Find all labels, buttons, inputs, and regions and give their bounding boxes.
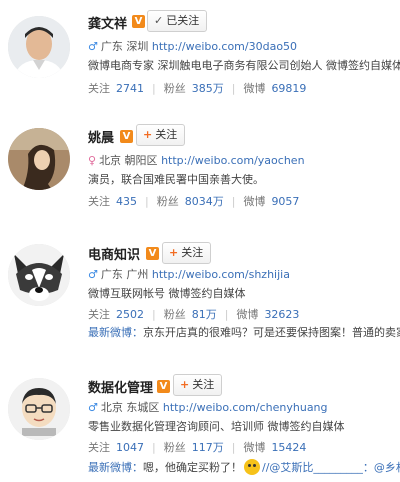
follow-count[interactable]: 2502	[116, 308, 144, 321]
avatar[interactable]	[8, 378, 70, 440]
male-icon: ♂	[88, 40, 98, 53]
location-line: ♂ 广东 深圳 http://weibo.com/30dao50	[88, 38, 297, 54]
user-name[interactable]: 姚晨	[88, 127, 114, 146]
avatar[interactable]	[8, 244, 70, 306]
male-icon: ♂	[88, 268, 98, 281]
plus-icon: +	[180, 378, 190, 391]
location-line: ♂ 广东 广州 http://weibo.com/shzhijia	[88, 266, 290, 282]
male-icon: ♂	[88, 401, 98, 414]
follow-count[interactable]: 2741	[116, 82, 144, 95]
fans-count-label: 粉丝	[163, 82, 186, 95]
fans-count-label: 粉丝	[163, 441, 186, 454]
location: 北京 东城区	[100, 401, 160, 414]
location: 北京 朝阳区	[99, 154, 158, 167]
stats-line: 关注 2502 | 粉丝 81万 | 微博 32623	[88, 306, 299, 322]
latest-weibo: 最新微博：京东开店真的很难吗？可是还要保持图案！普通的卖家可以这	[88, 324, 400, 340]
divider: |	[231, 441, 236, 454]
latest-weibo-label[interactable]: 最新微博：	[88, 461, 143, 474]
latest-weibo: 最新微博：嗯，他确定买粉了！ //@艾斯比_________：@乡村教师	[88, 459, 400, 475]
bio: 零售业数据化管理咨询顾问、培训师 微博签约自媒体	[88, 420, 345, 433]
avatar-image	[8, 244, 70, 306]
location-line: ♀ 北京 朝阳区 http://weibo.com/yaochen	[88, 152, 305, 168]
verified-icon: V	[146, 247, 159, 260]
follow-count-label: 关注	[88, 195, 110, 208]
avatar-image	[8, 128, 70, 190]
mention-link[interactable]: //@艾斯比_________：	[262, 461, 374, 474]
weibo-count[interactable]: 32623	[264, 308, 299, 321]
divider: |	[145, 195, 149, 208]
stats-line: 关注 435 | 粉丝 8034万 | 微博 9057	[88, 193, 299, 209]
follow-button[interactable]: + 关注	[173, 374, 223, 396]
plus-icon: +	[169, 246, 179, 259]
bio: 微博电商专家 深圳触电电子商务有限公司创始人 微博签约自媒体	[88, 59, 400, 72]
fans-count[interactable]: 385万	[192, 82, 224, 95]
follow-button[interactable]: + 关注	[136, 124, 186, 146]
divider: |	[152, 308, 156, 321]
user-name[interactable]: 电商知识	[88, 244, 140, 263]
female-icon: ♀	[88, 154, 97, 167]
divider: |	[231, 82, 236, 95]
bio: 微博互联网帐号 微博签约自媒体	[88, 287, 246, 300]
fans-count[interactable]: 117万	[192, 441, 224, 454]
fans-count-label: 粉丝	[163, 308, 186, 321]
plus-icon: +	[143, 128, 153, 141]
profile-link[interactable]: http://weibo.com/yaochen	[161, 154, 304, 167]
location: 广东 深圳	[100, 40, 149, 53]
latest-weibo-label[interactable]: 最新微博：	[88, 326, 143, 339]
weibo-count[interactable]: 69819	[271, 82, 306, 95]
follow-count-label: 关注	[88, 82, 110, 95]
latest-weibo-text[interactable]: 嗯，他确定买粉了！	[143, 461, 242, 474]
stats-line: 关注 1047 | 粉丝 117万 | 微博 15424	[88, 439, 306, 455]
user-name[interactable]: 数据化管理	[88, 377, 153, 396]
verified-icon: V	[132, 15, 145, 28]
follow-button[interactable]: + 关注	[162, 242, 212, 264]
check-icon: ✓	[154, 14, 164, 27]
divider: |	[152, 82, 156, 95]
weibo-count-label: 微博	[236, 308, 259, 321]
profile-link[interactable]: http://weibo.com/shzhijia	[152, 268, 290, 281]
latest-weibo-text[interactable]: 京东开店真的很难吗？可是还要保持图案！普通的卖家可以这	[143, 326, 400, 339]
weibo-count-label: 微博	[243, 441, 266, 454]
fans-count[interactable]: 81万	[192, 308, 217, 321]
weibo-count-label: 微博	[243, 82, 266, 95]
verified-icon: V	[157, 380, 170, 393]
user-name[interactable]: 龚文祥	[88, 13, 127, 32]
avatar[interactable]	[8, 16, 70, 78]
follow-button-label: 关注	[192, 378, 215, 391]
fans-count-label: 粉丝	[156, 195, 179, 208]
stats-line: 关注 2741 | 粉丝 385万 | 微博 69819	[88, 80, 306, 96]
follow-count[interactable]: 435	[116, 195, 137, 208]
laugh-emoji-icon	[244, 459, 260, 475]
followed-button[interactable]: ✓ 已关注	[147, 10, 208, 32]
divider: |	[224, 308, 229, 321]
bio: 演员，联合国难民署中国亲善大使。	[88, 173, 264, 186]
follow-button-label: 关注	[155, 128, 178, 141]
follow-count-label: 关注	[88, 308, 110, 321]
follow-count[interactable]: 1047	[116, 441, 144, 454]
profile-link[interactable]: http://weibo.com/chenyhuang	[163, 401, 328, 414]
location-line: ♂ 北京 东城区 http://weibo.com/chenyhuang	[88, 399, 328, 415]
follow-count-label: 关注	[88, 441, 110, 454]
avatar[interactable]	[8, 128, 70, 190]
fans-count[interactable]: 8034万	[185, 195, 224, 208]
follow-button-label: 关注	[181, 246, 204, 259]
divider: |	[231, 195, 236, 208]
weibo-count[interactable]: 9057	[271, 195, 299, 208]
location: 广东 广州	[100, 268, 149, 281]
avatar-image	[8, 16, 70, 78]
mention-link[interactable]: @乡村教师	[374, 461, 400, 474]
weibo-count-label: 微博	[243, 195, 266, 208]
weibo-count[interactable]: 15424	[271, 441, 306, 454]
profile-link[interactable]: http://weibo.com/30dao50	[152, 40, 297, 53]
divider: |	[152, 441, 156, 454]
avatar-image	[8, 378, 70, 440]
follow-button-label: 已关注	[166, 14, 200, 27]
verified-icon: V	[120, 130, 133, 143]
